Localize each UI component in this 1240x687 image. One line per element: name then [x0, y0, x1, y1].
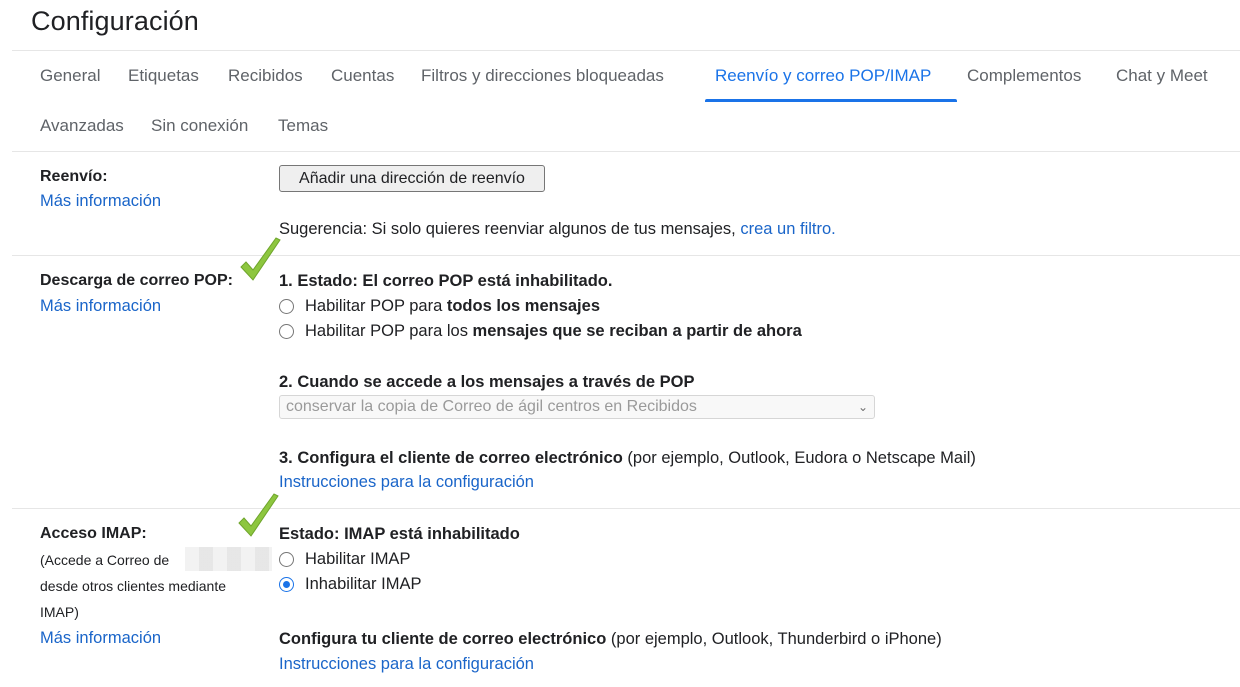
pop-access-select[interactable]: conservar la copia de Correo de ágil cen…	[279, 395, 875, 419]
imap-enable-option[interactable]: Habilitar IMAP	[279, 550, 410, 569]
imap-client-heading: Configura tu cliente de correo electróni…	[279, 630, 942, 648]
forwarding-more-info-link[interactable]: Más información	[40, 192, 161, 211]
imap-disable-option[interactable]: Inhabilitar IMAP	[279, 575, 421, 594]
tabs-divider	[12, 151, 1240, 152]
pop-access-select-value: conservar la copia de Correo de ágil cen…	[286, 398, 697, 415]
tab-etiquetas[interactable]: Etiquetas	[128, 66, 199, 86]
imap-more-info-link[interactable]: Más información	[40, 629, 161, 648]
forwarding-tip-text: Sugerencia: Si solo quieres reenviar alg…	[279, 220, 741, 238]
pop-label: Descarga de correo POP:	[40, 272, 233, 289]
tab-avanzadas[interactable]: Avanzadas	[40, 116, 124, 136]
imap-checkmark-icon	[238, 493, 279, 537]
tab-temas[interactable]: Temas	[278, 116, 328, 136]
add-forwarding-address-button[interactable]: Añadir una dirección de reenvío	[279, 165, 545, 192]
pop-checkmark-icon	[240, 237, 281, 281]
imap-desc-line2: desde otros clientes mediante	[40, 578, 226, 594]
pop-enable-from-now-option[interactable]: Habilitar POP para los mensajes que se r…	[279, 322, 802, 341]
forwarding-tip: Sugerencia: Si solo quieres reenviar alg…	[279, 220, 836, 239]
forwarding-divider	[12, 255, 1240, 256]
pop-instructions-link[interactable]: Instrucciones para la configuración	[279, 473, 534, 492]
pop-enable-from-now-bold: mensajes que se reciban a partir de ahor…	[472, 322, 802, 340]
tab-sin-conexion[interactable]: Sin conexión	[151, 116, 248, 136]
chevron-down-icon: ⌄	[857, 400, 868, 414]
imap-disable-radio[interactable]	[279, 577, 294, 592]
pop-enable-all-radio[interactable]	[279, 299, 294, 314]
forwarding-label: Reenvío:	[40, 168, 108, 185]
pop-enable-all-text: Habilitar POP para	[305, 297, 443, 315]
imap-disable-text: Inhabilitar IMAP	[305, 575, 422, 593]
pop-access-heading: 2. Cuando se accede a los mensajes a tra…	[279, 373, 695, 391]
imap-desc-line3: IMAP)	[40, 604, 79, 620]
pop-status: 1. Estado: El correo POP está inhabilita…	[279, 272, 613, 290]
tab-cuentas[interactable]: Cuentas	[331, 66, 394, 86]
title-divider	[12, 50, 1240, 51]
imap-enable-radio[interactable]	[279, 552, 294, 567]
pop-enable-from-now-text: Habilitar POP para los	[305, 322, 468, 340]
tab-complementos[interactable]: Complementos	[967, 66, 1081, 86]
pop-divider	[12, 508, 1240, 509]
redacted-block	[185, 547, 272, 571]
pop-enable-all-option[interactable]: Habilitar POP para todos los mensajes	[279, 297, 600, 316]
pop-client-heading: 3. Configura el cliente de correo electr…	[279, 449, 976, 467]
page-title: Configuración	[31, 6, 199, 36]
imap-status: Estado: IMAP está inhabilitado	[279, 525, 520, 543]
imap-label: Acceso IMAP:	[40, 525, 147, 542]
create-filter-link[interactable]: crea un filtro.	[740, 220, 835, 238]
imap-enable-text: Habilitar IMAP	[305, 550, 411, 568]
imap-instructions-link[interactable]: Instrucciones para la configuración	[279, 655, 534, 674]
imap-desc-line1: (Accede a Correo de	[40, 552, 170, 568]
tab-general[interactable]: General	[40, 66, 100, 86]
tab-chat-meet[interactable]: Chat y Meet	[1116, 66, 1208, 86]
tab-reenvio-pop-imap[interactable]: Reenvío y correo POP/IMAP	[715, 66, 931, 86]
tab-recibidos[interactable]: Recibidos	[228, 66, 303, 86]
pop-more-info-link[interactable]: Más información	[40, 297, 161, 316]
tab-filtros[interactable]: Filtros y direcciones bloqueadas	[421, 66, 664, 86]
active-tab-indicator	[705, 99, 957, 102]
pop-enable-all-bold: todos los mensajes	[446, 297, 600, 315]
pop-enable-from-now-radio[interactable]	[279, 324, 294, 339]
